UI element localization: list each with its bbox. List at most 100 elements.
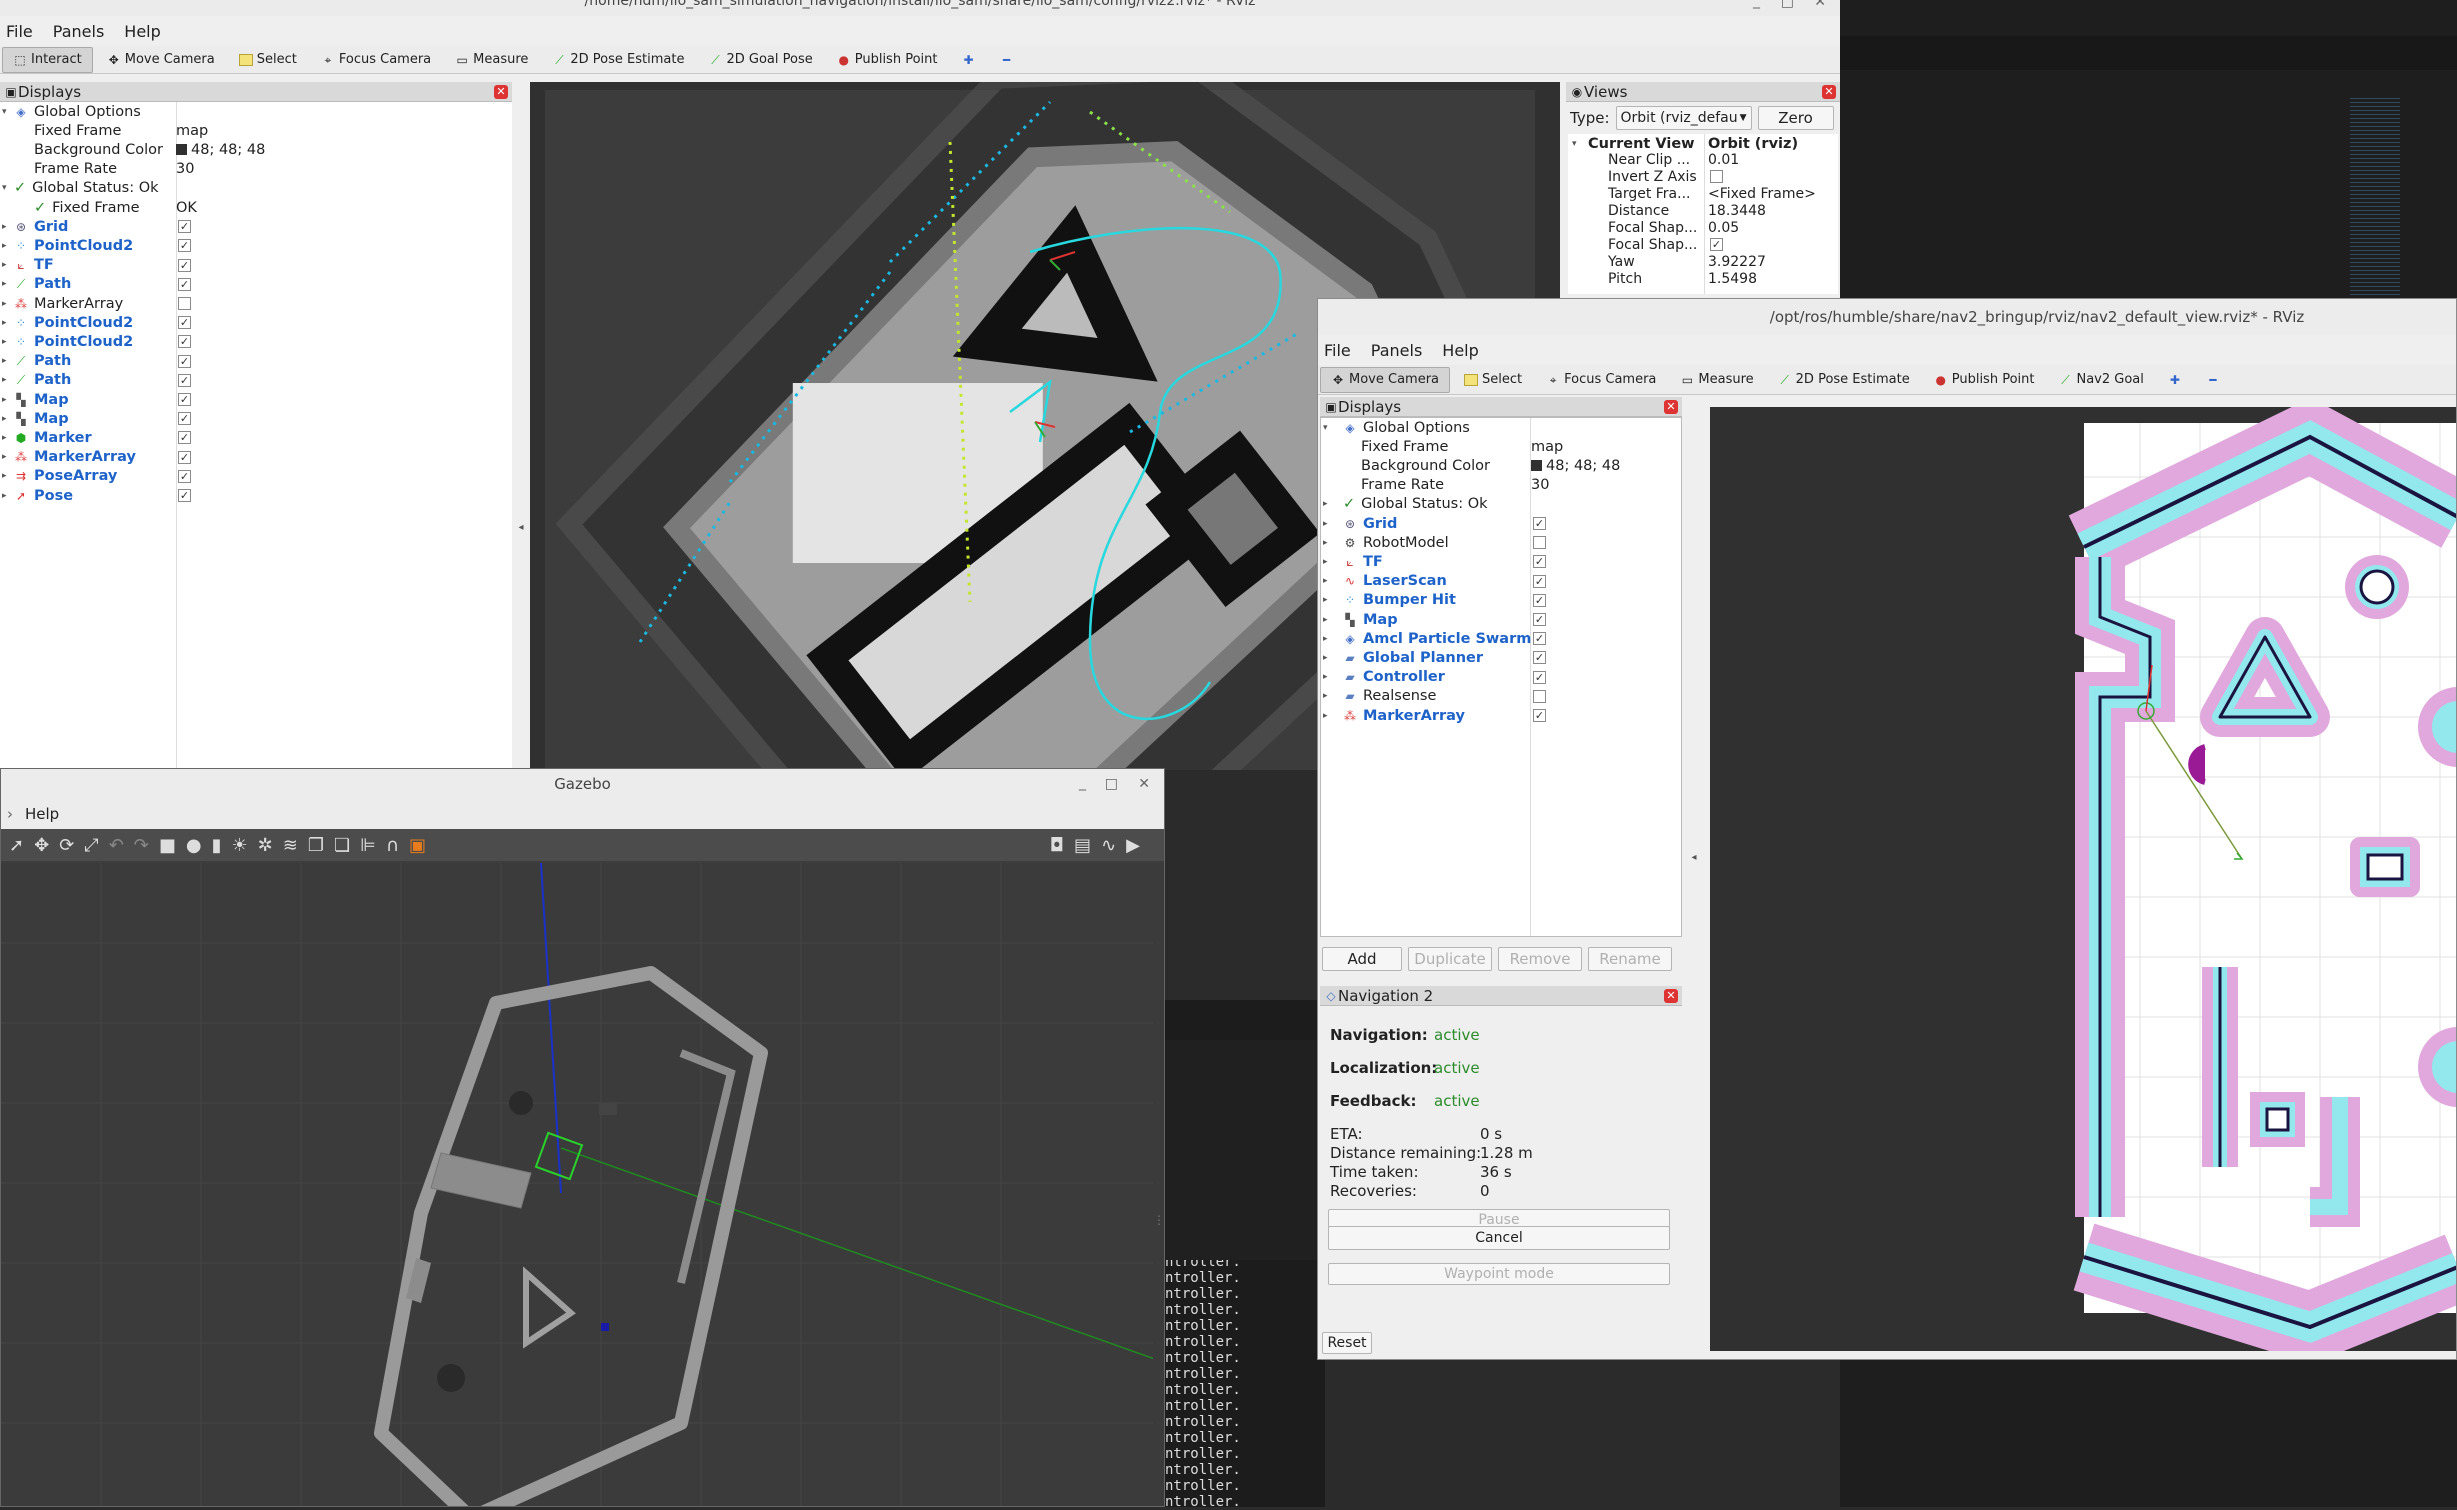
view-prop-row[interactable]: Distance 18.3448 (1568, 202, 1838, 219)
expand-arrow-icon[interactable]: ▸ (2, 337, 7, 347)
visibility-checkbox[interactable]: ✓ (1533, 709, 1546, 722)
expand-arrow-icon[interactable]: ▸ (1323, 538, 1328, 548)
display-item-grid[interactable]: ▸ ⊛ Grid ✓ (1321, 514, 1681, 533)
select-tool[interactable]: Select (229, 47, 307, 73)
measure-tool[interactable]: ▭ Measure (1670, 367, 1763, 393)
display-item-map[interactable]: ▸ ▚ Map ✓ (1321, 610, 1681, 629)
close-button[interactable]: ✕ (1138, 769, 1150, 799)
display-item-path[interactable]: ▸ ⟋ Path ✓ (0, 275, 512, 294)
visibility-checkbox[interactable]: ✓ (178, 373, 191, 387)
select-tool[interactable]: Select (1454, 367, 1532, 393)
add-tool-button[interactable]: ✚ (2158, 367, 2192, 393)
waypoint-mode-button[interactable]: Waypoint mode (1328, 1263, 1670, 1285)
expand-arrow-icon[interactable]: ▸ (1323, 672, 1328, 682)
menu-panels[interactable]: Panels (53, 22, 105, 41)
visibility-checkbox[interactable]: ✓ (178, 469, 191, 483)
expand-arrow-icon[interactable]: ▸ (1323, 691, 1328, 701)
expand-arrow-icon[interactable]: ▸ (1323, 499, 1328, 509)
display-item-pose[interactable]: ▸ ➚ Pose ✓ (0, 486, 512, 505)
box-icon[interactable]: ■ (159, 835, 176, 856)
display-item-bumper-hit[interactable]: ▸ ⁘ Bumper Hit ✓ (1321, 591, 1681, 610)
display-item-path[interactable]: ▸ ⟋ Path ✓ (0, 352, 512, 371)
nav2-goal-tool[interactable]: ⟋ Nav2 Goal (2048, 367, 2153, 393)
orange-box-icon[interactable]: ▣ (409, 835, 426, 856)
expand-arrow-icon[interactable]: ▸ (2, 260, 7, 270)
menu-overflow[interactable]: › (7, 805, 13, 823)
menu-help[interactable]: Help (124, 22, 160, 41)
visibility-checkbox[interactable]: ✓ (1533, 613, 1546, 626)
expand-arrow-icon[interactable]: ▸ (2, 222, 7, 232)
expand-arrow-icon[interactable]: ▸ (2, 299, 7, 309)
visibility-checkbox[interactable]: ✓ (178, 412, 191, 426)
expand-arrow-icon[interactable]: ▸ (1323, 653, 1328, 663)
display-item-pointcloud2[interactable]: ▸ ⁘ PointCloud2 ✓ (0, 236, 512, 255)
display-item-realsense[interactable]: ▸ ▰ Realsense (1321, 687, 1681, 706)
expand-arrow-icon[interactable]: ▸ (1323, 519, 1328, 529)
visibility-checkbox[interactable]: ✓ (1533, 593, 1546, 607)
expand-arrow-icon[interactable]: ▸ (1323, 615, 1328, 625)
expand-arrow-icon[interactable]: ▾ (1323, 423, 1328, 433)
visibility-checkbox[interactable]: ✓ (1533, 517, 1546, 530)
spot-light-icon[interactable]: ✲ (258, 835, 273, 856)
view-prop-row[interactable]: Target Fra... <Fixed Frame> (1568, 185, 1838, 202)
add-tool-button[interactable]: ✚ (951, 47, 985, 73)
cancel-button[interactable]: Cancel (1328, 1226, 1670, 1250)
view-type-dropdown[interactable]: Orbit (rviz_defau ▼ (1615, 106, 1752, 130)
visibility-checkbox[interactable]: ✓ (178, 239, 191, 253)
expand-arrow-icon[interactable]: ▸ (2, 279, 7, 289)
screenshot-icon[interactable]: ◘ (1050, 835, 1064, 856)
expand-arrow-icon[interactable]: ▸ (1323, 557, 1328, 567)
cylinder-icon[interactable]: ▮ (212, 835, 222, 856)
display-item-grid[interactable]: ▸ ⊛ Grid ✓ (0, 217, 512, 236)
publish-point-tool[interactable]: ● Publish Point (1924, 367, 2045, 393)
expand-arrow-icon[interactable]: ▸ (2, 414, 7, 424)
maximize-button[interactable]: □ (1105, 769, 1118, 799)
display-item-laserscan[interactable]: ▸ ∿ LaserScan ✓ (1321, 572, 1681, 591)
rename-button[interactable]: Rename (1588, 947, 1672, 971)
minimize-button[interactable]: _ (1753, 0, 1760, 8)
remove-tool-button[interactable]: ━ (989, 47, 1023, 73)
maximize-button[interactable]: □ (1781, 0, 1794, 9)
viewport-3d[interactable] (1710, 407, 2456, 1351)
visibility-checkbox[interactable]: ✓ (1533, 651, 1546, 665)
remove-tool-button[interactable]: ━ (2196, 367, 2230, 393)
expand-arrow-icon[interactable]: ▾ (1572, 139, 1577, 149)
minimize-button[interactable]: _ (1079, 769, 1086, 797)
display-item-map[interactable]: ▸ ▚ Map ✓ (0, 409, 512, 428)
expand-arrow-icon[interactable]: ▸ (2, 491, 7, 501)
expand-arrow-icon[interactable]: ▸ (1323, 595, 1328, 605)
view-prop-row[interactable]: Focal Shap... ✓ (1568, 236, 1838, 253)
pose-estimate-tool[interactable]: ⟋ 2D Pose Estimate (542, 47, 694, 73)
close-icon[interactable]: ✕ (494, 85, 508, 99)
fixed-frame-row[interactable]: Fixed Frame map (0, 121, 512, 140)
visibility-checkbox[interactable]: ✓ (178, 277, 191, 291)
remove-button[interactable]: Remove (1498, 947, 1582, 971)
visibility-checkbox[interactable]: ✓ (178, 335, 191, 349)
close-icon[interactable]: ✕ (1664, 989, 1678, 1003)
color-swatch[interactable]: 48; 48; 48 (176, 142, 265, 158)
background-color-row[interactable]: Background Color 48; 48; 48 (1321, 456, 1681, 475)
close-button[interactable]: ✕ (1814, 0, 1826, 9)
expand-arrow-icon[interactable]: ▸ (1323, 576, 1328, 586)
view-prop-row[interactable]: Invert Z Axis (1568, 168, 1838, 185)
display-item-robotmodel[interactable]: ▸ ⚙ RobotModel (1321, 533, 1681, 552)
focus-camera-tool[interactable]: ⌖ Focus Camera (311, 47, 441, 73)
visibility-checkbox[interactable]: ✓ (1533, 670, 1546, 684)
splitter-handle[interactable]: ◂ (1686, 397, 1702, 1277)
display-item-map[interactable]: ▸ ▚ Map ✓ (0, 390, 512, 409)
display-item-controller[interactable]: ▸ ▰ Controller ✓ (1321, 668, 1681, 687)
log-icon[interactable]: ▤ (1074, 835, 1091, 856)
measure-tool[interactable]: ▭ Measure (445, 47, 538, 73)
fixed-frame-status-row[interactable]: ✓ Fixed Frame OK (0, 198, 512, 217)
visibility-checkbox[interactable] (1533, 536, 1546, 550)
interact-tool[interactable]: ⬚ Interact (2, 46, 93, 73)
expand-arrow-icon[interactable]: ▸ (2, 375, 7, 385)
directional-light-icon[interactable]: ≋ (283, 835, 298, 856)
plot-icon[interactable]: ∿ (1101, 835, 1116, 856)
expand-arrow-icon[interactable]: ▸ (2, 433, 7, 443)
view-prop-row[interactable]: Near Clip ... 0.01 (1568, 151, 1838, 168)
close-icon[interactable]: ✕ (1664, 400, 1678, 414)
expand-arrow-icon[interactable]: ▸ (2, 356, 7, 366)
display-item-markerarray[interactable]: ▸ ⁂ MarkerArray ✓ (0, 448, 512, 467)
expand-arrow-icon[interactable]: ▸ (2, 395, 7, 405)
